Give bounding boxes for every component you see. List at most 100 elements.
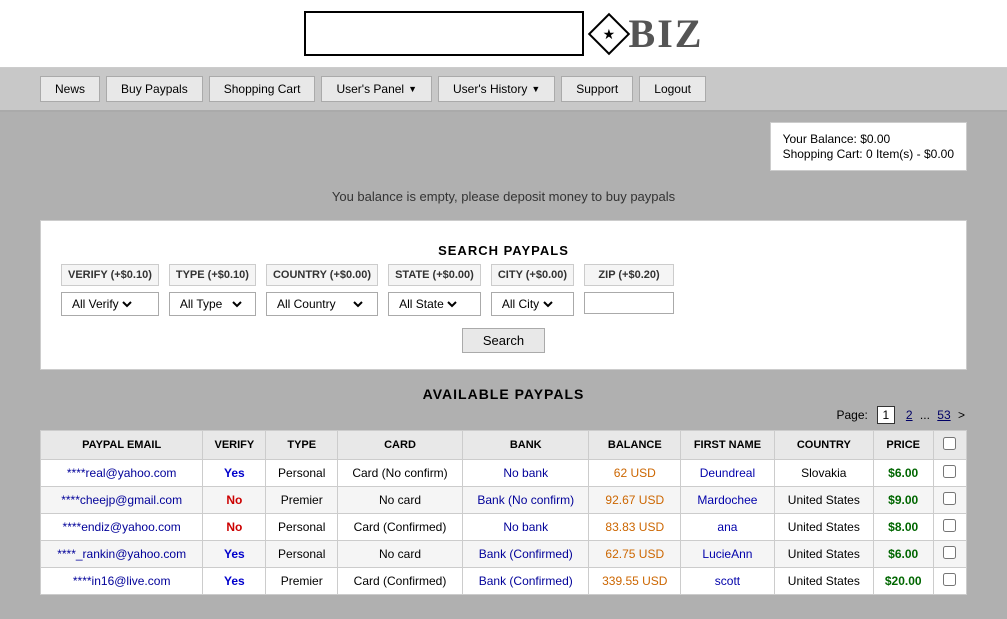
cell-checkbox[interactable]: [933, 487, 966, 514]
logo-search-input[interactable]: [304, 11, 584, 56]
cell-balance: 62.75 USD: [589, 541, 681, 568]
balance-box: Your Balance: $0.00 Shopping Cart: 0 Ite…: [770, 122, 967, 171]
filter-zip-label: ZIP (+$0.20): [584, 264, 674, 286]
cell-balance: 339.55 USD: [589, 568, 681, 595]
email-link[interactable]: ****real@yahoo.com: [67, 466, 177, 480]
email-link[interactable]: ****_rankin@yahoo.com: [57, 547, 186, 561]
cell-email: ****_rankin@yahoo.com: [41, 541, 203, 568]
row-checkbox[interactable]: [943, 573, 956, 586]
nav-users-panel[interactable]: User's Panel ▼: [321, 76, 432, 102]
type-dropdown[interactable]: All Type Personal Premier Business: [176, 296, 245, 312]
search-filters: VERIFY (+$0.10) All Verify Yes No TYPE (…: [61, 264, 946, 316]
filter-zip: ZIP (+$0.20): [584, 264, 674, 314]
table-row: ****endiz@yahoo.com No Personal Card (Co…: [41, 514, 967, 541]
cell-card: Card (No confirm): [338, 460, 463, 487]
cell-card: Card (Confirmed): [338, 514, 463, 541]
col-header-bank: BANK: [463, 431, 589, 460]
cell-bank: Bank (No confirm): [463, 487, 589, 514]
nav-news[interactable]: News: [40, 76, 100, 102]
cell-checkbox[interactable]: [933, 568, 966, 595]
cell-balance: 83.83 USD: [589, 514, 681, 541]
email-link[interactable]: ****endiz@yahoo.com: [63, 520, 181, 534]
balance-line2: Shopping Cart: 0 Item(s) - $0.00: [783, 147, 954, 161]
row-checkbox[interactable]: [943, 546, 956, 559]
pagination: Page: 1 2 ... 53 >: [40, 408, 967, 422]
table-row: ****real@yahoo.com Yes Personal Card (No…: [41, 460, 967, 487]
col-header-price: PRICE: [873, 431, 933, 460]
logo: ★ BIZ: [594, 10, 704, 57]
cell-checkbox[interactable]: [933, 541, 966, 568]
table-row: ****in16@live.com Yes Premier Card (Conf…: [41, 568, 967, 595]
logo-star-icon: ★: [587, 12, 629, 54]
table-header-row: PAYPAL EMAIL VERIFY TYPE CARD BANK BALAN…: [41, 431, 967, 460]
cell-bank: No bank: [463, 514, 589, 541]
cell-card: No card: [338, 541, 463, 568]
main-content: You balance is empty, please deposit mon…: [0, 171, 1007, 605]
row-checkbox[interactable]: [943, 492, 956, 505]
cell-country: Slovakia: [774, 460, 873, 487]
state-dropdown[interactable]: All State: [395, 296, 460, 312]
filter-state: STATE (+$0.00) All State: [388, 264, 481, 316]
cell-price: $8.00: [873, 514, 933, 541]
page-current[interactable]: 1: [877, 406, 896, 424]
cell-type: Premier: [266, 568, 338, 595]
email-link[interactable]: ****cheejp@gmail.com: [61, 493, 182, 507]
zip-input[interactable]: [584, 292, 674, 314]
navigation: News Buy Paypals Shopping Cart User's Pa…: [0, 68, 1007, 112]
cell-card: Card (Confirmed): [338, 568, 463, 595]
nav-shopping-cart[interactable]: Shopping Cart: [209, 76, 316, 102]
cell-email: ****cheejp@gmail.com: [41, 487, 203, 514]
cell-firstname: scott: [681, 568, 775, 595]
filter-country-select[interactable]: All Country United States Slovakia: [266, 292, 378, 316]
cell-email: ****endiz@yahoo.com: [41, 514, 203, 541]
row-checkbox[interactable]: [943, 519, 956, 532]
filter-state-select[interactable]: All State: [388, 292, 481, 316]
col-header-card: CARD: [338, 431, 463, 460]
cell-checkbox[interactable]: [933, 460, 966, 487]
table-row: ****_rankin@yahoo.com Yes Personal No ca…: [41, 541, 967, 568]
city-dropdown[interactable]: All City: [498, 296, 556, 312]
users-history-arrow-icon: ▼: [531, 84, 540, 94]
page-next-link[interactable]: 2: [906, 408, 913, 422]
header: ★ BIZ: [0, 0, 1007, 68]
col-header-verify: VERIFY: [203, 431, 266, 460]
cell-balance: 92.67 USD: [589, 487, 681, 514]
cell-firstname: LucieAnn: [681, 541, 775, 568]
page-gt: >: [958, 408, 965, 422]
nav-support[interactable]: Support: [561, 76, 633, 102]
row-checkbox[interactable]: [943, 465, 956, 478]
page-last-link[interactable]: 53: [937, 408, 950, 422]
cell-balance: 62 USD: [589, 460, 681, 487]
nav-logout[interactable]: Logout: [639, 76, 706, 102]
col-header-balance: BALANCE: [589, 431, 681, 460]
cell-bank: Bank (Confirmed): [463, 568, 589, 595]
nav-buy-paypals[interactable]: Buy Paypals: [106, 76, 203, 102]
filter-verify-select[interactable]: All Verify Yes No: [61, 292, 159, 316]
cell-country: United States: [774, 514, 873, 541]
cell-email: ****in16@live.com: [41, 568, 203, 595]
logo-text: BIZ: [629, 10, 704, 57]
cell-type: Personal: [266, 460, 338, 487]
filter-country: COUNTRY (+$0.00) All Country United Stat…: [266, 264, 378, 316]
search-button[interactable]: Search: [462, 328, 545, 353]
cell-country: United States: [774, 541, 873, 568]
cell-bank: No bank: [463, 460, 589, 487]
nav-users-history[interactable]: User's History ▼: [438, 76, 555, 102]
users-panel-arrow-icon: ▼: [408, 84, 417, 94]
filter-type-select[interactable]: All Type Personal Premier Business: [169, 292, 256, 316]
filter-type: TYPE (+$0.10) All Type Personal Premier …: [169, 264, 256, 316]
cell-checkbox[interactable]: [933, 514, 966, 541]
country-dropdown[interactable]: All Country United States Slovakia: [273, 296, 366, 312]
cell-country: United States: [774, 568, 873, 595]
email-link[interactable]: ****in16@live.com: [73, 574, 171, 588]
verify-dropdown[interactable]: All Verify Yes No: [68, 296, 135, 312]
available-title: AVAILABLE PAYPALS: [40, 386, 967, 402]
cell-firstname: Deundreal: [681, 460, 775, 487]
filter-city-label: CITY (+$0.00): [491, 264, 574, 286]
filter-city-select[interactable]: All City: [491, 292, 574, 316]
select-all-checkbox[interactable]: [943, 437, 956, 450]
cell-verify: Yes: [203, 568, 266, 595]
balance-container: Your Balance: $0.00 Shopping Cart: 0 Ite…: [0, 112, 1007, 171]
col-header-checkbox[interactable]: [933, 431, 966, 460]
balance-line1: Your Balance: $0.00: [783, 132, 954, 146]
